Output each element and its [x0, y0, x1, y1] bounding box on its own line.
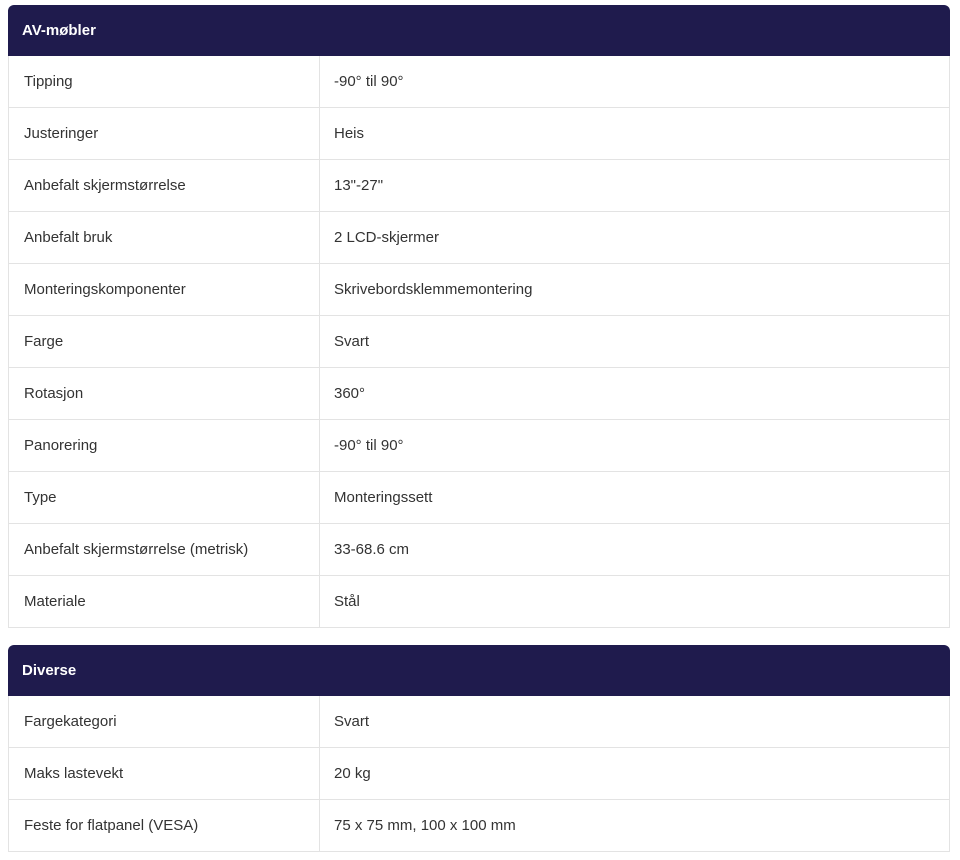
- spec-label: Materiale: [9, 576, 320, 627]
- spec-value: Svart: [334, 713, 370, 730]
- spec-label: Anbefalt skjermstørrelse: [9, 160, 320, 211]
- spec-label: Anbefalt bruk: [9, 212, 320, 263]
- spec-value: 13"-27": [334, 177, 384, 194]
- spec-value: -90° til 90°: [334, 73, 404, 90]
- spec-label: Fargekategori: [9, 696, 320, 747]
- spec-row: Anbefalt bruk 2 LCD-skjermer: [9, 212, 949, 264]
- spec-value: 20 kg: [334, 765, 371, 782]
- spec-row: Maks lastevekt 20 kg: [9, 748, 949, 800]
- spec-row: Anbefalt skjermstørrelse (metrisk) 33-68…: [9, 524, 949, 576]
- spec-value: Heis: [334, 125, 365, 142]
- spec-label: Type: [9, 472, 320, 523]
- spec-value: 360°: [334, 385, 366, 402]
- spec-label: Tipping: [9, 56, 320, 107]
- spec-value: -90° til 90°: [334, 437, 404, 454]
- spec-value: Svart: [334, 333, 370, 350]
- spec-row: Feste for flatpanel (VESA) 75 x 75 mm, 1…: [9, 800, 949, 852]
- spec-row: Monteringskomponenter Skrivebordsklemmem…: [9, 264, 949, 316]
- spec-row: Justeringer Heis: [9, 108, 949, 160]
- spec-row: Materiale Stål: [9, 576, 949, 628]
- section-header: Diverse: [8, 645, 950, 696]
- spec-label: Feste for flatpanel (VESA): [9, 800, 320, 851]
- spec-value: 33-68.6 cm: [334, 541, 410, 558]
- spec-row: Rotasjon 360°: [9, 368, 949, 420]
- spec-label: Panorering: [9, 420, 320, 471]
- spec-label: Anbefalt skjermstørrelse (metrisk): [9, 524, 320, 575]
- spec-value: Skrivebordsklemmemontering: [334, 281, 533, 298]
- spec-row: Type Monteringssett: [9, 472, 949, 524]
- spec-value: Stål: [334, 593, 360, 610]
- spec-row: Panorering -90° til 90°: [9, 420, 949, 472]
- spec-value: 2 LCD-skjermer: [334, 229, 440, 246]
- spec-section-av-mobler: AV-møbler Tipping -90° til 90° Justering…: [8, 5, 950, 628]
- spec-label: Maks lastevekt: [9, 748, 320, 799]
- spec-table: Fargekategori Svart Maks lastevekt 20 kg…: [8, 696, 950, 852]
- spec-row: Farge Svart: [9, 316, 949, 368]
- spec-value: Monteringssett: [334, 489, 433, 506]
- spec-label: Justeringer: [9, 108, 320, 159]
- spec-label: Monteringskomponenter: [9, 264, 320, 315]
- spec-label: Farge: [9, 316, 320, 367]
- spec-row: Fargekategori Svart: [9, 696, 949, 748]
- spec-section-diverse: Diverse Fargekategori Svart Maks lasteve…: [8, 645, 950, 852]
- spec-value: 75 x 75 mm, 100 x 100 mm: [334, 817, 516, 834]
- spec-row: Anbefalt skjermstørrelse 13"-27": [9, 160, 949, 212]
- spec-row: Tipping -90° til 90°: [9, 56, 949, 108]
- spec-table: Tipping -90° til 90° Justeringer Heis An…: [8, 56, 950, 628]
- spec-label: Rotasjon: [9, 368, 320, 419]
- section-header: AV-møbler: [8, 5, 950, 56]
